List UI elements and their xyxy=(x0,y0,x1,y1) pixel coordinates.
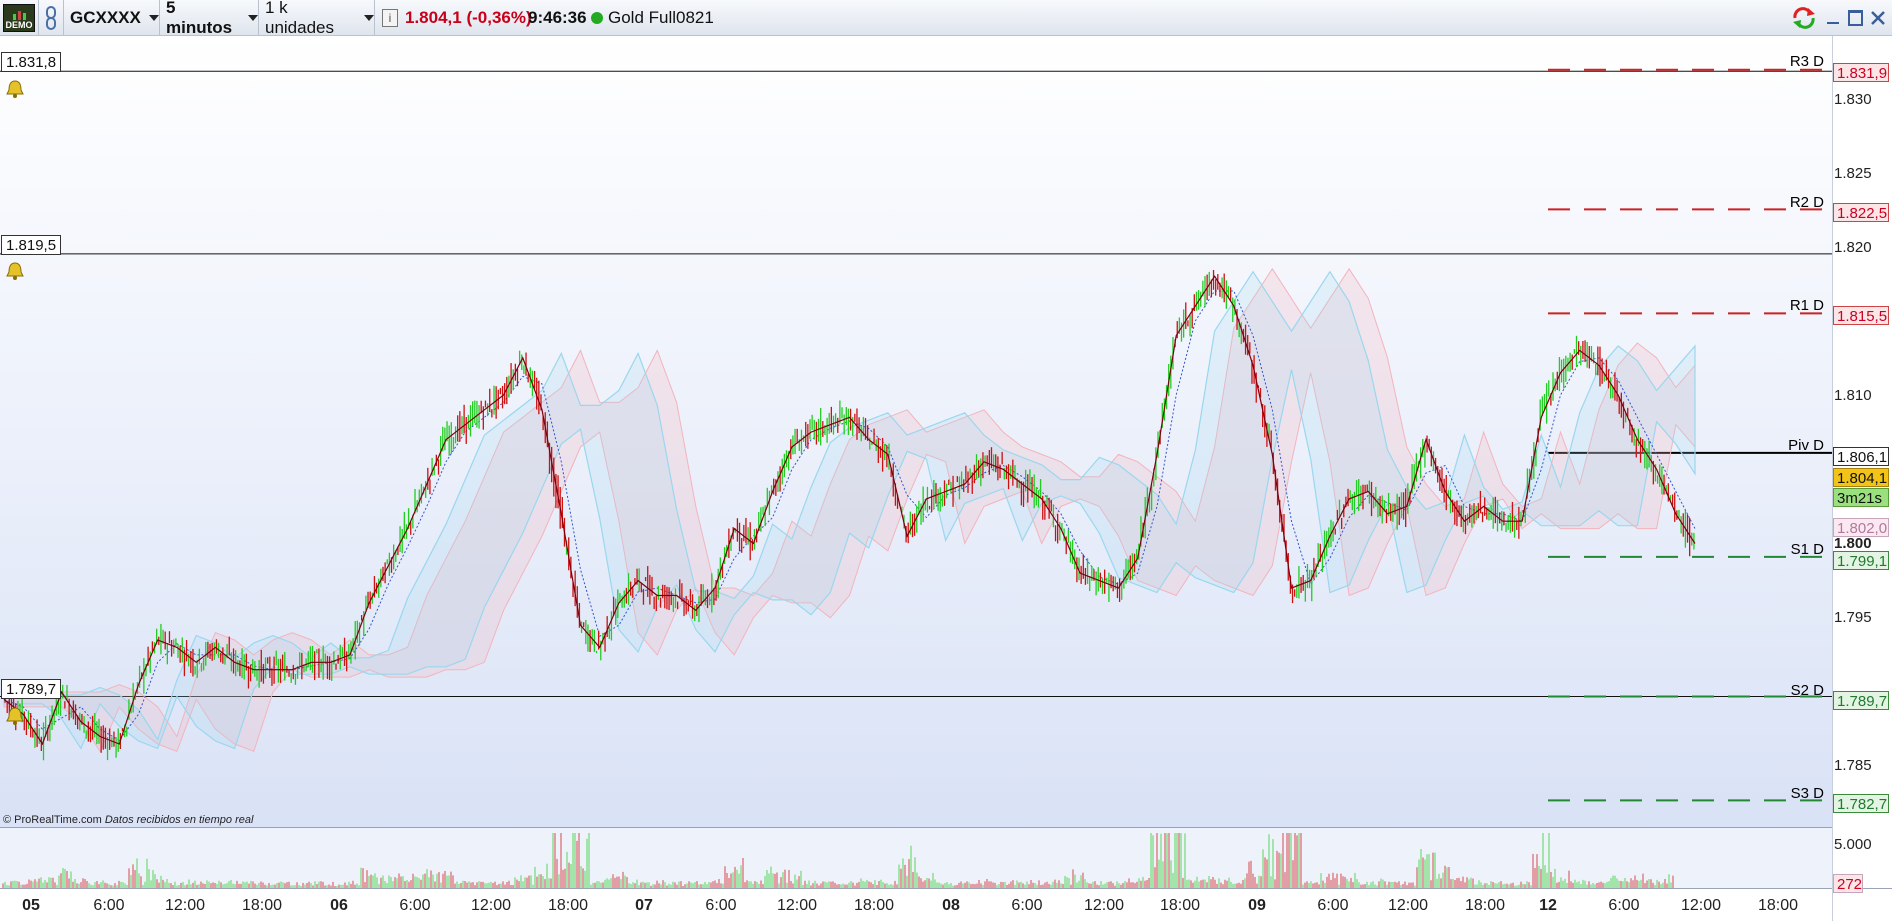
x-time-label: 6:00 xyxy=(1011,897,1043,914)
y-tick: 1.830 xyxy=(1834,91,1872,108)
pivot-r3-tag: 1.831,9 xyxy=(1833,63,1889,82)
x-time-label: 18:00 xyxy=(853,897,895,914)
chevron-down-icon xyxy=(364,15,374,21)
x-time-label: 18:00 xyxy=(1159,897,1201,914)
instrument-label: GCXXXX xyxy=(70,8,141,27)
demo-badge[interactable]: DEMO xyxy=(0,0,39,36)
pivot-s2-label: S2 D xyxy=(1790,682,1824,699)
units-label: 1 k unidades xyxy=(265,0,335,37)
instrument-selector[interactable]: GCXXXX xyxy=(64,0,160,36)
units-selector[interactable]: 1 k unidades xyxy=(259,0,375,37)
x-time-label: 12:00 xyxy=(1387,897,1429,914)
x-time-label: 12:00 xyxy=(776,897,818,914)
x-time-label: 6:00 xyxy=(1317,897,1349,914)
pivot-s3-label: S3 D xyxy=(1790,785,1824,802)
volume-panel-bg xyxy=(0,828,1832,888)
x-time-label: 6:00 xyxy=(1608,897,1640,914)
x-time-label: 18:00 xyxy=(547,897,589,914)
data-source-credit: © ProRealTime.com Datos recibidos en tie… xyxy=(3,814,253,826)
bell-icon[interactable] xyxy=(4,78,26,100)
minimize-icon[interactable] xyxy=(1823,0,1843,36)
pivot-r2-tag: 1.822,5 xyxy=(1833,203,1889,222)
alarm-label[interactable]: 1.789,7 xyxy=(1,679,62,699)
status-dot-icon xyxy=(590,0,604,36)
price-chart[interactable] xyxy=(0,36,1892,921)
x-time-label: 18:00 xyxy=(1464,897,1506,914)
y-tick: 1.820 xyxy=(1834,239,1872,256)
x-day-label: 06 xyxy=(330,897,348,914)
price-change: 1.804,1 (-0,36%) xyxy=(405,8,532,27)
x-time-label: 12:00 xyxy=(470,897,512,914)
x-time-label: 6:00 xyxy=(399,897,431,914)
x-day-label: 07 xyxy=(635,897,653,914)
x-time-label: 12:00 xyxy=(1083,897,1125,914)
x-time-label: 12:00 xyxy=(1680,897,1722,914)
timeframe-label: 5 minutos xyxy=(166,0,233,37)
refresh-icon[interactable] xyxy=(1790,0,1818,36)
product-name: Gold Full0821 xyxy=(608,8,714,27)
y-tick: 1.810 xyxy=(1834,387,1872,404)
x-time-label: 18:00 xyxy=(1757,897,1799,914)
close-icon[interactable] xyxy=(1867,0,1889,36)
x-day-label: 05 xyxy=(22,897,40,914)
y-tick: 1.785 xyxy=(1834,757,1872,774)
x-time-label: 12:00 xyxy=(164,897,206,914)
link-icon[interactable] xyxy=(39,0,64,36)
bell-icon[interactable] xyxy=(4,705,26,727)
y-tick: 1.825 xyxy=(1834,165,1872,182)
x-day-label: 09 xyxy=(1248,897,1266,914)
pivot-r2-label: R2 D xyxy=(1789,194,1824,211)
demo-icon: DEMO xyxy=(3,4,35,32)
clock-time: 9:46:36 xyxy=(528,8,587,27)
pivot-p-tag: 1.806,1 xyxy=(1833,447,1889,466)
x-time-label: 6:00 xyxy=(705,897,737,914)
pivot-r1-label: R1 D xyxy=(1789,297,1824,314)
alarm-label[interactable]: 1.831,8 xyxy=(1,52,62,72)
pivot-p-label: Piv D xyxy=(1788,437,1824,454)
x-day-label: 08 xyxy=(942,897,960,914)
alarm-label[interactable]: 1.819,5 xyxy=(1,235,62,255)
current-price-tag: 1.804,1 xyxy=(1833,468,1889,487)
demo-label: DEMO xyxy=(5,20,33,30)
pivot-s1-tag: 1.799,1 xyxy=(1833,551,1889,570)
pivot-s1-label: S1 D xyxy=(1790,541,1824,558)
bell-icon[interactable] xyxy=(4,260,26,282)
volume-axis-label: 5.000 xyxy=(1834,836,1872,853)
candle-countdown: 3m21s xyxy=(1833,488,1889,507)
credit-source: © ProRealTime.com xyxy=(3,814,102,826)
chevron-down-icon xyxy=(148,15,159,21)
indicator-tag: 1.802,0 xyxy=(1833,518,1889,537)
pivot-s3-tag: 1.782,7 xyxy=(1833,794,1889,813)
x-time-label: 18:00 xyxy=(241,897,283,914)
x-day-label: 12 xyxy=(1539,897,1557,914)
pivot-s2-tag: 1.789,7 xyxy=(1833,691,1889,710)
credit-note: Datos recibidos en tiempo real xyxy=(104,814,254,826)
pivot-r1-tag: 1.815,5 xyxy=(1833,306,1889,325)
info-icon[interactable]: i xyxy=(380,0,400,36)
pivot-r3-label: R3 D xyxy=(1789,53,1824,70)
timeframe-selector[interactable]: 5 minutos xyxy=(160,0,259,37)
chart-canvas[interactable] xyxy=(0,36,1892,921)
volume-current-tag: 272 xyxy=(1833,874,1863,893)
maximize-icon[interactable] xyxy=(1845,0,1865,36)
toolbar: DEMO GCXXXX 5 minutos 1 k unidades i 1.8… xyxy=(0,0,1892,37)
chevron-down-icon xyxy=(248,15,258,21)
y-tick: 1.795 xyxy=(1834,609,1872,626)
x-time-label: 6:00 xyxy=(93,897,125,914)
